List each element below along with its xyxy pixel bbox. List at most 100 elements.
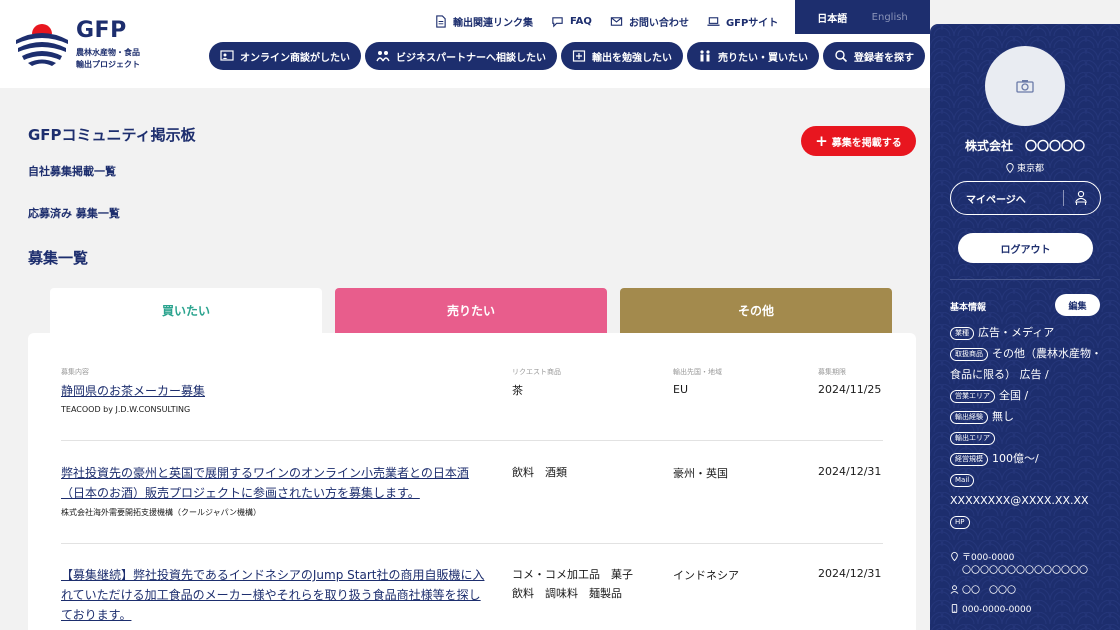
scale-line: 経営規模 100億～/ xyxy=(950,448,1110,469)
row-divider xyxy=(61,440,883,441)
edit-button[interactable]: 編集 xyxy=(1055,294,1100,316)
tab-buy[interactable]: 買いたい xyxy=(50,288,322,333)
column-header-product: リクエスト商品 xyxy=(512,368,561,376)
basic-info-title: 基本情報 xyxy=(950,303,987,313)
column-header-content: 募集内容 xyxy=(61,368,89,376)
experience-line: 輸出経験 無し xyxy=(950,406,1110,427)
faq-label: FAQ xyxy=(570,16,592,27)
phone-value: 000-0000-0000 xyxy=(962,605,1032,615)
nav-search-members[interactable]: 登録者を探す xyxy=(823,42,925,70)
laptop-icon xyxy=(707,17,720,26)
row-destination: EU xyxy=(673,383,689,396)
category-tabs: 買いたい 売りたい その他 xyxy=(50,288,892,333)
export-area-tag: 輸出エリア xyxy=(950,432,995,445)
avatar[interactable] xyxy=(985,46,1065,126)
area-value: 全国 / xyxy=(999,389,1029,402)
post-recruitment-label: 募集を掲載する xyxy=(831,137,902,149)
industry-line: 業種 広告・メディア xyxy=(950,322,1110,343)
company-location: 東京都 xyxy=(930,161,1120,174)
gfp-logo[interactable]: GFP 農林水産物・食品 輸出プロジェクト xyxy=(14,14,140,72)
page-title: GFPコミュニティ掲示板 xyxy=(28,126,196,144)
location-label: 東京都 xyxy=(1016,164,1044,174)
nav-partner-label: ビジネスパートナーへ相談したい xyxy=(396,52,546,64)
column-header-deadline: 募集期限 xyxy=(818,368,846,376)
logo-text: GFP xyxy=(76,18,127,43)
table-row: 【募集継続】弊社投資先であるインドネシアのJump Start社の商用自販機に入… xyxy=(61,565,883,630)
row-title-link[interactable]: 【募集継続】弊社投資先であるインドネシアのJump Start社の商用自販機に入… xyxy=(61,565,491,625)
gfp-site-label: GFPサイト xyxy=(725,18,779,29)
area-line: 営業エリア 全国 / xyxy=(950,385,1110,406)
tab-other[interactable]: その他 xyxy=(620,288,892,333)
mail-line: Mail xyxy=(950,469,1110,490)
person-icon xyxy=(950,585,959,594)
products-line: 取扱商品 その他（農林水産物・食品に限る） 広告 / xyxy=(950,343,1110,385)
chat-icon xyxy=(552,17,563,28)
industry-tag: 業種 xyxy=(950,327,974,340)
hp-line: HP xyxy=(950,511,1110,532)
row-divider xyxy=(61,543,883,544)
experience-value: 無し xyxy=(992,410,1014,423)
row-deadline: 2024/12/31 xyxy=(818,567,882,580)
contact-label: お問い合わせ xyxy=(628,18,689,29)
nav-trade-label: 売りたい・買いたい xyxy=(718,52,808,64)
pin-icon xyxy=(951,551,958,562)
sidebar-divider xyxy=(950,279,1100,280)
mail-value: XXXXXXXX@XXXX.XX.XX xyxy=(950,494,1089,507)
hp-tag: HP xyxy=(950,516,970,529)
row-title-link[interactable]: 弊社投資先の豪州と英国で展開するワインのオンライン小売業者との日本酒（日本のお酒… xyxy=(61,463,491,503)
row-product: 茶 xyxy=(512,384,523,397)
logout-button[interactable]: ログアウト xyxy=(958,233,1093,263)
nav-partner[interactable]: ビジネスパートナーへ相談したい xyxy=(365,42,557,70)
mypage-button[interactable]: マイページへ xyxy=(950,181,1101,215)
tab-sell[interactable]: 売りたい xyxy=(335,288,607,333)
lang-english[interactable]: English xyxy=(872,12,908,23)
mail-tag: Mail xyxy=(950,474,975,487)
nav-online-meeting-label: オンライン商談がしたい xyxy=(240,52,350,64)
faq-link[interactable]: FAQ xyxy=(551,15,592,28)
recruitment-list: 募集内容 リクエスト商品 輸出先国・地域 募集期限 静岡県のお茶メーカー募集 T… xyxy=(28,333,916,630)
mypage-divider xyxy=(1063,190,1064,206)
row-organization: 株式会社海外需要開拓支援機構（クールジャパン機構） xyxy=(61,508,261,517)
row-organization: TEACOOD by J.D.W.CONSULTING xyxy=(61,405,191,414)
row-title-link[interactable]: 静岡県のお茶メーカー募集 xyxy=(61,381,491,401)
row-product: コメ・コメ加工品 菓子 飲料 調味料 麺製品 xyxy=(512,568,644,600)
gfp-logo-icon xyxy=(16,16,68,68)
online-meeting-icon xyxy=(220,50,234,61)
company-name: 株式会社 〇〇〇〇〇 xyxy=(964,139,1085,153)
search-icon xyxy=(835,50,848,63)
language-switcher: 日本語 English xyxy=(795,0,930,34)
export-links-link[interactable]: 輸出関連リンク集 xyxy=(434,14,533,29)
gfp-site-link[interactable]: GFPサイト xyxy=(707,14,778,29)
postal-value: 〒000-0000 xyxy=(962,553,1015,563)
row-product: 飲料 酒類 xyxy=(512,466,567,479)
logo-subtitle-1: 農林水産物・食品 xyxy=(76,48,140,57)
document-icon xyxy=(436,15,446,28)
basic-info: 業種 広告・メディア 取扱商品 その他（農林水産物・食品に限る） 広告 / 営業エリ… xyxy=(950,322,1110,532)
scale-value: 100億～/ xyxy=(992,452,1039,465)
applied-posts-link[interactable]: 応募済み 募集一覧 xyxy=(28,205,120,221)
nav-study[interactable]: 輸出を勉強したい xyxy=(561,42,683,70)
export-area-line: 輸出エリア xyxy=(950,427,1110,448)
camera-icon xyxy=(1016,80,1034,93)
column-header-destination: 輸出先国・地域 xyxy=(673,368,722,376)
profile-sidebar: 株式会社 〇〇〇〇〇 東京都 マイページへ ログアウト 基本情報 編集 業種 広告… xyxy=(930,24,1120,630)
table-row: 静岡県のお茶メーカー募集 TEACOOD by J.D.W.CONSULTING… xyxy=(61,381,883,431)
products-tag: 取扱商品 xyxy=(950,348,988,361)
nav-trade[interactable]: 売りたい・買いたい xyxy=(687,42,819,70)
lang-japanese[interactable]: 日本語 xyxy=(817,10,847,25)
experience-tag: 輸出経験 xyxy=(950,411,988,424)
person-line: 〇〇 〇〇〇 xyxy=(950,585,1016,598)
address-value: 〇〇〇〇〇〇〇〇〇〇〇〇〇〇 xyxy=(962,566,1089,576)
contact-link[interactable]: お問い合わせ xyxy=(610,14,689,29)
nav-online-meeting[interactable]: オンライン商談がしたい xyxy=(209,42,361,70)
row-deadline: 2024/12/31 xyxy=(818,465,882,478)
nav-study-label: 輸出を勉強したい xyxy=(592,52,672,64)
phone-line: 000-0000-0000 xyxy=(950,604,1031,617)
mail-icon xyxy=(610,17,623,26)
industry-value: 広告・メディア xyxy=(978,326,1055,339)
post-recruitment-button[interactable]: + 募集を掲載する xyxy=(801,126,916,156)
study-icon xyxy=(572,50,586,62)
row-destination: インドネシア xyxy=(673,569,739,582)
area-tag: 営業エリア xyxy=(950,390,995,403)
own-posts-link[interactable]: 自社募集掲載一覧 xyxy=(28,163,116,179)
